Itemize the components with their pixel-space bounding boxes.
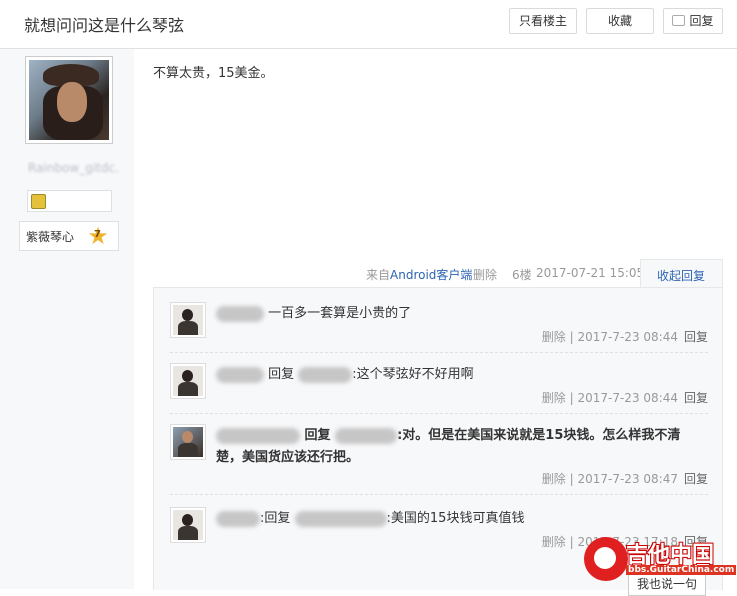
reply-prefix: :回复	[260, 511, 291, 526]
author-name[interactable]: Rainbow_gitdc.	[28, 161, 119, 175]
reply-prefix: 回复	[268, 367, 295, 382]
reply-button-label: 回复	[689, 14, 714, 28]
divider	[170, 413, 708, 414]
thread-header: 就想问问这是什么琴弦 只看楼主 收藏 回复	[0, 0, 737, 49]
reply-link[interactable]: 回复	[684, 330, 708, 344]
post-time: 2017-07-21 15:05	[536, 266, 645, 280]
blurred-username[interactable]	[335, 427, 398, 444]
author-sidebar: Rainbow_gitdc. 紫薇琴心 ★ 7	[0, 49, 134, 589]
favorite-button[interactable]: 收藏	[586, 8, 654, 34]
reply-link[interactable]: 回复	[684, 472, 708, 486]
badge-icon[interactable]	[31, 194, 46, 209]
reply-meta: 删除 | 2017-7-23 08:44 回复	[542, 389, 708, 406]
avatar[interactable]	[170, 302, 206, 338]
blurred-username[interactable]	[216, 305, 264, 322]
thread-title: 就想问问这是什么琴弦	[24, 16, 185, 35]
reply-text: 一百多一套算是小贵的了	[268, 306, 412, 321]
collapse-replies-label: 收起回复	[657, 269, 706, 283]
dragon-logo-icon	[584, 537, 628, 581]
reply-meta: 删除 | 2017-7-23 08:47 回复	[542, 470, 708, 487]
collapse-replies-tab[interactable]: 收起回复	[640, 259, 723, 288]
divider	[170, 352, 708, 353]
avatar[interactable]	[170, 507, 206, 543]
badge-box	[27, 190, 112, 212]
blurred-username[interactable]	[216, 510, 260, 527]
reply-text: :这个琴弦好不好用啊	[352, 367, 474, 382]
reply-meta-text: 删除 | 2017-7-23 08:44	[541, 391, 678, 405]
reply-text: :美国的15块钱可真值钱	[386, 511, 525, 526]
comment-icon	[672, 15, 686, 26]
blurred-username[interactable]	[216, 427, 300, 444]
post-source: 来自Android客户端	[366, 268, 473, 282]
blurred-username[interactable]	[298, 366, 353, 383]
avatar[interactable]	[170, 363, 206, 399]
reply-prefix: 回复	[304, 428, 331, 443]
only-author-button[interactable]: 只看楼主	[509, 8, 577, 34]
reply-link[interactable]: 回复	[684, 391, 708, 405]
floor-number: 6楼	[512, 268, 532, 282]
reply-meta-text: 删除 | 2017-7-23 08:44	[541, 330, 678, 344]
level-number: 7	[94, 229, 101, 240]
level-badge[interactable]: 紫薇琴心 ★ 7	[19, 221, 119, 251]
source-app-link[interactable]: Android客户端	[390, 268, 472, 282]
reply-meta: 删除 | 2017-7-23 08:44 回复	[542, 328, 708, 345]
post-content: 不算太贵，15美金。	[153, 66, 274, 81]
site-watermark: 吉他中国 bbs.GuitarChina.com	[584, 535, 737, 585]
watermark-url: bbs.GuitarChina.com	[626, 565, 737, 575]
divider	[170, 494, 708, 495]
delete-post-link[interactable]: 删除	[473, 266, 497, 283]
author-avatar[interactable]	[25, 56, 113, 144]
reply-button[interactable]: 回复	[663, 8, 723, 34]
avatar[interactable]	[170, 424, 206, 460]
level-name: 紫薇琴心	[26, 230, 75, 244]
blurred-username[interactable]	[294, 510, 387, 527]
blurred-username[interactable]	[216, 366, 264, 383]
reply-meta-text: 删除 | 2017-7-23 08:47	[541, 472, 678, 486]
